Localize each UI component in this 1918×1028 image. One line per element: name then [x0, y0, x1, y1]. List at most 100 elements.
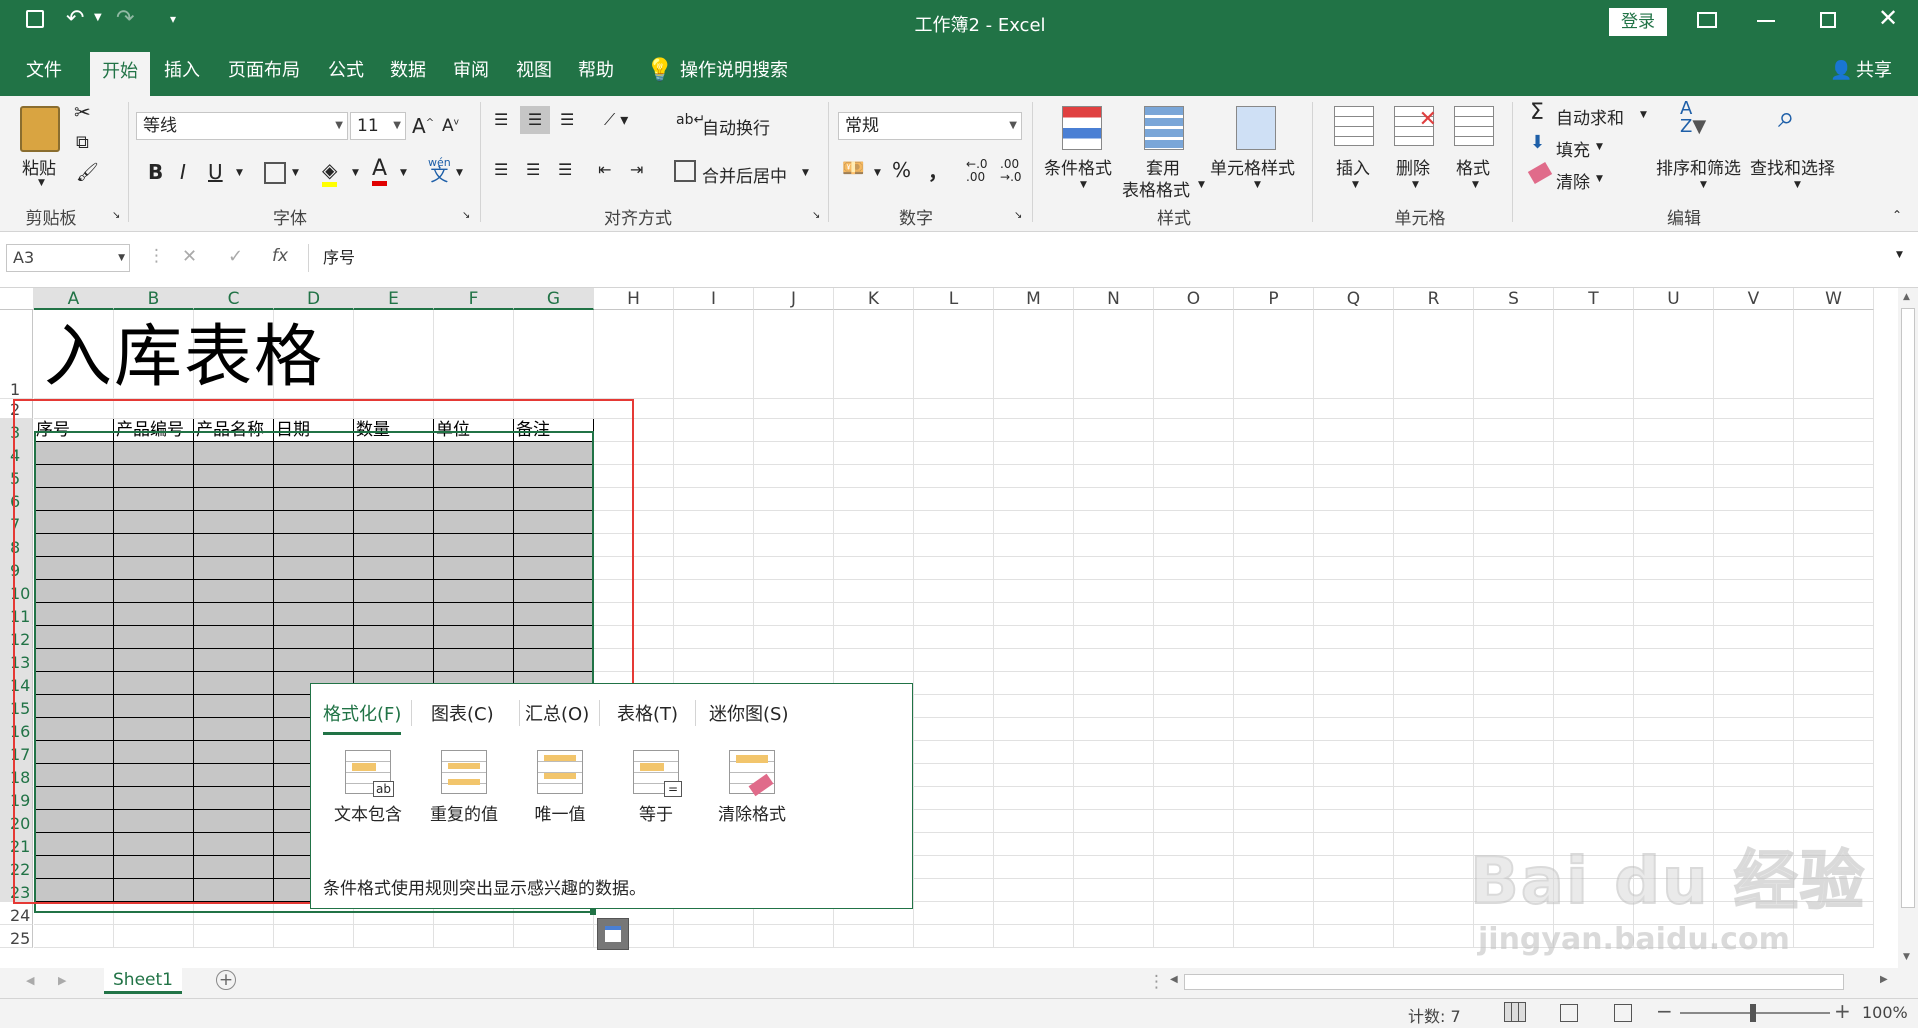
cell[interactable] [1314, 672, 1394, 695]
cell[interactable] [914, 603, 994, 626]
cell[interactable] [1234, 856, 1314, 879]
cell[interactable] [914, 741, 994, 764]
cell[interactable] [1634, 695, 1714, 718]
cell[interactable] [1154, 465, 1234, 488]
cell[interactable] [1794, 310, 1874, 399]
next-sheet-icon[interactable]: ▶ [58, 974, 66, 987]
wrap-text-icon[interactable]: ab↵ [676, 112, 705, 128]
cell[interactable] [1234, 672, 1314, 695]
cell[interactable] [1794, 718, 1874, 741]
cell[interactable] [1554, 534, 1634, 557]
cell[interactable] [1794, 442, 1874, 465]
cell[interactable] [754, 488, 834, 511]
select-all-corner[interactable] [0, 288, 34, 310]
qa-duplicate-values[interactable]: 重复的值 [419, 750, 509, 825]
restore-icon[interactable] [1820, 12, 1836, 28]
cell[interactable] [754, 649, 834, 672]
cell[interactable] [914, 419, 994, 442]
cell[interactable] [1314, 626, 1394, 649]
cell[interactable] [914, 856, 994, 879]
cell[interactable] [434, 310, 514, 399]
cell[interactable] [1634, 442, 1714, 465]
fill-color-icon[interactable]: ◈ [322, 158, 338, 187]
cell[interactable] [1394, 511, 1474, 534]
cell[interactable] [914, 833, 994, 856]
cell[interactable] [1474, 580, 1554, 603]
cell[interactable] [1234, 465, 1314, 488]
cell[interactable] [914, 580, 994, 603]
cell[interactable] [834, 465, 914, 488]
cell[interactable] [1154, 672, 1234, 695]
qa-tab-sparklines[interactable]: 迷你图(S) [709, 700, 788, 726]
column-header-g[interactable]: G [514, 288, 594, 310]
cell[interactable] [1314, 764, 1394, 787]
cell[interactable] [1714, 603, 1794, 626]
autosum-button[interactable]: 自动求和 [1556, 104, 1624, 129]
cell[interactable] [1634, 557, 1714, 580]
paste-icon[interactable] [20, 106, 60, 152]
cell[interactable] [1474, 419, 1554, 442]
cell[interactable] [914, 672, 994, 695]
undo-dropdown-icon[interactable]: ▼ [94, 12, 102, 23]
cell[interactable] [1314, 810, 1394, 833]
tab-help[interactable]: 帮助 [572, 46, 620, 96]
cell[interactable] [914, 465, 994, 488]
cond-dropdown-icon[interactable]: ▼ [1080, 180, 1087, 190]
row-header-24[interactable]: 24 [0, 902, 33, 925]
minimize-icon[interactable] [1757, 20, 1775, 22]
cell[interactable] [1154, 649, 1234, 672]
cell[interactable] [754, 419, 834, 442]
cell[interactable] [674, 511, 754, 534]
cell[interactable] [1794, 741, 1874, 764]
cell[interactable] [1714, 649, 1794, 672]
vscroll-down-icon[interactable]: ▼ [1903, 952, 1910, 962]
cell[interactable] [1394, 603, 1474, 626]
cell[interactable] [754, 626, 834, 649]
cell[interactable] [994, 534, 1074, 557]
cell[interactable] [674, 925, 754, 948]
cell[interactable] [1394, 399, 1474, 419]
cell[interactable] [834, 399, 914, 419]
cell[interactable] [994, 310, 1074, 399]
cell[interactable] [1234, 557, 1314, 580]
name-box[interactable]: A3 ▼ [6, 244, 130, 272]
cell[interactable] [994, 465, 1074, 488]
login-button[interactable]: 登录 [1609, 8, 1667, 36]
cell[interactable] [1394, 649, 1474, 672]
cell[interactable] [1714, 741, 1794, 764]
cell[interactable] [1394, 626, 1474, 649]
cell[interactable] [1394, 488, 1474, 511]
cell[interactable] [994, 787, 1074, 810]
enter-icon[interactable]: ✓ [228, 246, 243, 267]
underline-button[interactable]: U [208, 160, 223, 184]
cell[interactable] [914, 488, 994, 511]
delete-cells-icon[interactable]: ✕ [1394, 106, 1437, 146]
share-button[interactable]: 共享 [1852, 46, 1896, 96]
cell[interactable] [994, 902, 1074, 925]
cell[interactable] [754, 534, 834, 557]
cell[interactable] [1554, 442, 1634, 465]
cell[interactable] [1714, 787, 1794, 810]
sheet-tab-sheet1[interactable]: Sheet1 [104, 968, 182, 994]
save-icon[interactable] [26, 10, 44, 28]
cell[interactable] [1074, 626, 1154, 649]
wrap-text-button[interactable]: 自动换行 [702, 114, 770, 139]
cell[interactable] [1394, 465, 1474, 488]
cell[interactable] [1154, 810, 1234, 833]
customize-qat-icon[interactable]: ▾ [170, 12, 176, 26]
cell[interactable] [1154, 833, 1234, 856]
format-as-table-icon[interactable] [1144, 106, 1184, 150]
cell[interactable] [1714, 465, 1794, 488]
cell[interactable] [994, 741, 1074, 764]
cell[interactable] [1074, 399, 1154, 419]
column-header-o[interactable]: O [1154, 288, 1234, 310]
cell[interactable] [1154, 419, 1234, 442]
column-header-i[interactable]: I [674, 288, 754, 310]
cell[interactable] [1074, 925, 1154, 948]
cell[interactable] [1234, 310, 1314, 399]
cell[interactable] [1314, 419, 1394, 442]
qa-tab-formatting[interactable]: 格式化(F) [323, 700, 402, 735]
fill-color-dropdown-icon[interactable]: ▼ [352, 168, 359, 178]
qa-unique-values[interactable]: 唯一值 [515, 750, 605, 825]
format-dropdown-icon[interactable]: ▼ [1472, 180, 1479, 190]
